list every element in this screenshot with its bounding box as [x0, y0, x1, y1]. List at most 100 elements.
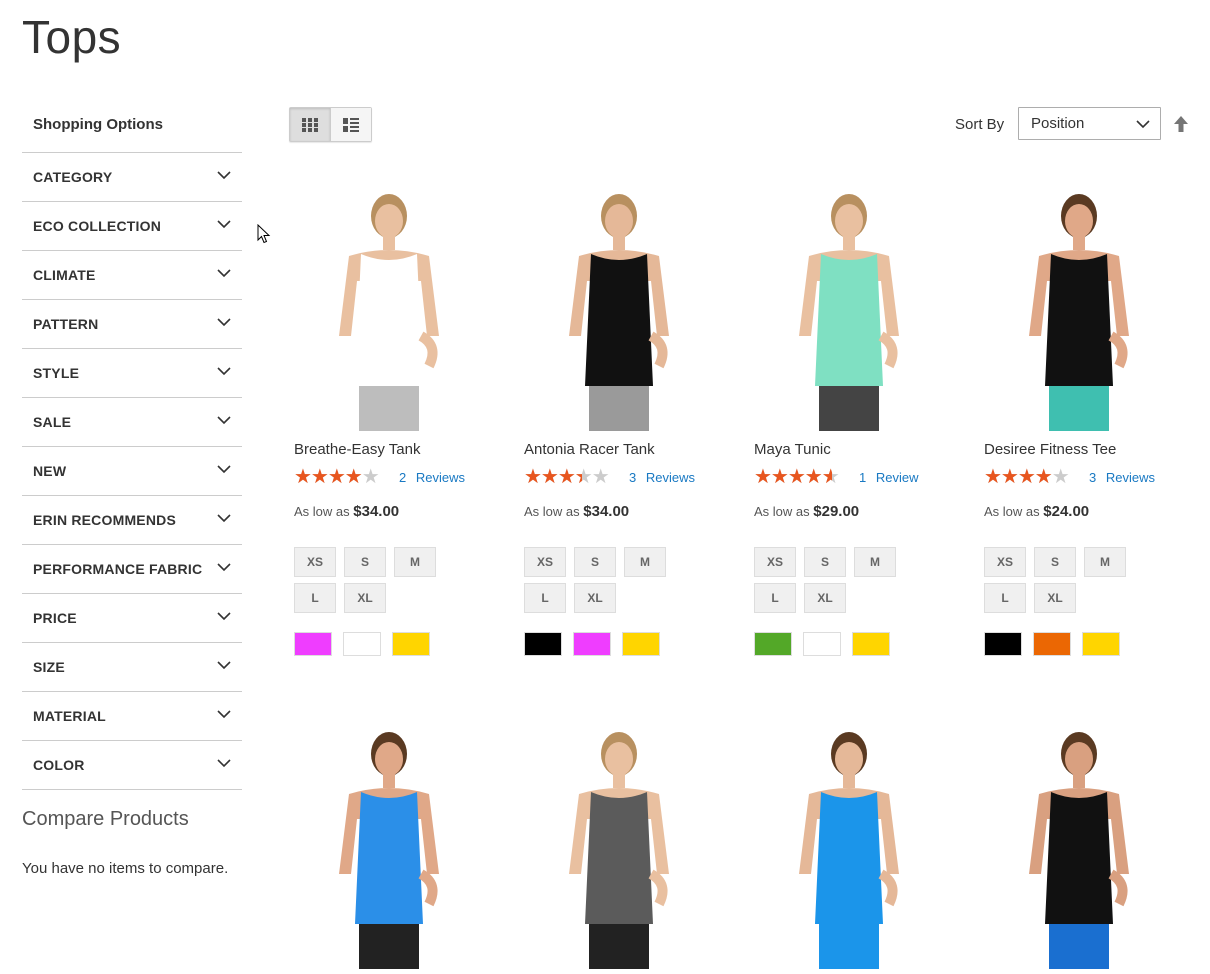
- filter-style[interactable]: Style: [22, 349, 242, 398]
- filter-label: Eco Collection: [33, 218, 162, 234]
- product-photo: [339, 194, 439, 431]
- product-photo: [339, 732, 439, 969]
- rating-stars: ★★★★★★★★★★: [754, 466, 840, 488]
- product-photo: [1029, 732, 1129, 969]
- color-swatch[interactable]: [294, 632, 332, 656]
- product-name-link[interactable]: Breathe-Easy Tank: [294, 441, 489, 458]
- filter-erin-recommends[interactable]: Erin Recommends: [22, 496, 242, 545]
- filter-label: Category: [33, 169, 113, 185]
- price-prefix: As low as: [754, 504, 810, 519]
- color-swatch[interactable]: [984, 632, 1022, 656]
- color-swatch[interactable]: [803, 632, 841, 656]
- product-photo: [569, 194, 669, 431]
- product-card[interactable]: Antonia Racer Tank ★★★★★★★★★★ 3 Reviews As …: [519, 186, 719, 656]
- reviews-link[interactable]: 3 Reviews: [629, 470, 695, 485]
- filter-label: Performance Fabric: [33, 561, 203, 577]
- size-swatch[interactable]: XS: [984, 547, 1026, 577]
- size-swatch[interactable]: XS: [294, 547, 336, 577]
- product-card[interactable]: [289, 724, 489, 969]
- size-swatch[interactable]: M: [624, 547, 666, 577]
- size-swatch[interactable]: S: [344, 547, 386, 577]
- compare-empty-text: You have no items to compare.: [22, 860, 229, 877]
- size-swatch[interactable]: S: [1034, 547, 1076, 577]
- product-name-link[interactable]: Desiree Fitness Tee: [984, 441, 1179, 458]
- product-name-link[interactable]: Antonia Racer Tank: [524, 441, 719, 458]
- size-swatch[interactable]: XL: [574, 583, 616, 613]
- filter-color[interactable]: Color: [22, 741, 242, 790]
- product-image[interactable]: [749, 186, 949, 431]
- product-image[interactable]: [749, 724, 949, 969]
- filter-performance-fabric[interactable]: Performance Fabric: [22, 545, 242, 594]
- size-options: XS S M L XL: [754, 547, 934, 613]
- color-swatch[interactable]: [392, 632, 430, 656]
- product-rating: ★★★★★ ★★★★★ 1 Review: [754, 467, 949, 487]
- filter-size[interactable]: Size: [22, 643, 242, 692]
- grid-view-button[interactable]: [290, 108, 330, 141]
- size-swatch[interactable]: XL: [344, 583, 386, 613]
- size-swatch[interactable]: L: [524, 583, 566, 613]
- size-swatch[interactable]: S: [574, 547, 616, 577]
- size-options: XS S M L XL: [524, 547, 704, 613]
- price-value: $34.00: [353, 503, 400, 520]
- color-swatch[interactable]: [1082, 632, 1120, 656]
- price-prefix: As low as: [984, 504, 1040, 519]
- product-image[interactable]: [979, 186, 1179, 431]
- color-swatch[interactable]: [1033, 632, 1071, 656]
- product-card[interactable]: [749, 724, 949, 969]
- filter-climate[interactable]: Climate: [22, 251, 242, 300]
- size-swatch[interactable]: L: [754, 583, 796, 613]
- filter-label: Price: [33, 610, 77, 626]
- product-card[interactable]: [519, 724, 719, 969]
- price-value: $34.00: [583, 503, 630, 520]
- color-options: [524, 632, 719, 656]
- filter-category[interactable]: Category: [22, 153, 242, 202]
- color-swatch[interactable]: [754, 632, 792, 656]
- rating-stars: ★★★★★★★★★★: [984, 466, 1070, 488]
- size-swatch[interactable]: XL: [804, 583, 846, 613]
- size-swatch[interactable]: M: [1084, 547, 1126, 577]
- product-image[interactable]: [979, 724, 1179, 969]
- list-icon: [343, 117, 359, 132]
- product-card[interactable]: Desiree Fitness Tee ★★★★★★★★★★ 3 Reviews As…: [979, 186, 1179, 656]
- size-swatch[interactable]: L: [984, 583, 1026, 613]
- filter-sale[interactable]: Sale: [22, 398, 242, 447]
- size-swatch[interactable]: M: [394, 547, 436, 577]
- size-swatch[interactable]: XS: [754, 547, 796, 577]
- product-image[interactable]: [289, 186, 489, 431]
- size-swatch[interactable]: XL: [1034, 583, 1076, 613]
- color-swatch[interactable]: [573, 632, 611, 656]
- filter-pattern[interactable]: Pattern: [22, 300, 242, 349]
- filter-label: Style: [33, 365, 80, 381]
- product-image[interactable]: [289, 724, 489, 969]
- size-swatch[interactable]: M: [854, 547, 896, 577]
- color-swatch[interactable]: [852, 632, 890, 656]
- filter-material[interactable]: Material: [22, 692, 242, 741]
- sort-by-select[interactable]: Position: [1018, 107, 1161, 140]
- size-swatch[interactable]: XS: [524, 547, 566, 577]
- filter-new[interactable]: New: [22, 447, 242, 496]
- sort-by-label: Sort By: [955, 116, 1005, 133]
- chevron-down-icon: [217, 563, 231, 572]
- product-name-link[interactable]: Maya Tunic: [754, 441, 949, 458]
- list-view-button[interactable]: [330, 108, 371, 141]
- reviews-link[interactable]: 3 Reviews: [1089, 470, 1155, 485]
- color-swatch[interactable]: [524, 632, 562, 656]
- color-swatch[interactable]: [622, 632, 660, 656]
- color-options: [984, 632, 1179, 656]
- page-title: Tops: [22, 11, 122, 63]
- sort-direction-arrow-icon[interactable]: [1173, 115, 1189, 133]
- product-image[interactable]: [519, 724, 719, 969]
- product-card[interactable]: Breathe-Easy Tank ★★★★★★★★★★ 2 Reviews As l…: [289, 186, 489, 656]
- product-price: As low as $29.00: [754, 503, 949, 520]
- product-image[interactable]: [519, 186, 719, 431]
- filter-price[interactable]: Price: [22, 594, 242, 643]
- color-swatch[interactable]: [343, 632, 381, 656]
- reviews-link[interactable]: 2 Reviews: [399, 470, 465, 485]
- chevron-down-icon: [217, 710, 231, 719]
- product-card[interactable]: Maya Tunic ★★★★★ ★★★★★ 1 Review As low as $2…: [749, 186, 949, 656]
- size-swatch[interactable]: S: [804, 547, 846, 577]
- reviews-link[interactable]: 1 Review: [859, 470, 918, 485]
- size-swatch[interactable]: L: [294, 583, 336, 613]
- product-card[interactable]: [979, 724, 1179, 969]
- filter-eco-collection[interactable]: Eco Collection: [22, 202, 242, 251]
